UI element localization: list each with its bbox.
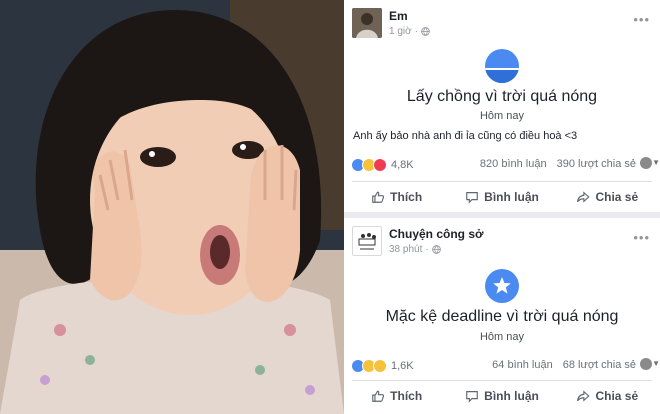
post-meta: 1 giờ · [389,26,430,37]
feed-column: Em 1 giờ · ••• Lấy chồng vì trời quá nón… [344,0,660,414]
post-text: Anh ấy bảo nhà anh đi ỉa cũng có điều ho… [353,130,578,142]
post-time[interactable]: 38 phút [389,244,422,255]
share-count[interactable]: 390 lượt chia sẻ [557,158,636,170]
like-button[interactable]: Thích [344,185,449,209]
comment-button[interactable]: Bình luận [449,185,554,209]
comment-label: Bình luận [484,389,539,403]
star-icon [485,269,519,303]
divider [352,380,652,381]
post-actions: Thích Bình luận Chia sẻ [344,185,660,209]
viewer-avatar[interactable] [640,358,652,370]
like-label: Thích [390,389,423,403]
reaction-count: 1,6K [391,360,414,372]
globe-icon [431,245,441,254]
like-label: Thích [390,190,423,204]
thumbs-up-icon [372,390,385,402]
horizon-icon [485,49,519,83]
post-time[interactable]: 1 giờ [389,26,412,37]
share-label: Chia sẻ [595,190,639,204]
post-stats: 4,8K 820 bình luận 390 lượt chia sẻ ▼ [351,157,660,174]
event-subtitle: Hôm nay [479,331,525,343]
page-avatar[interactable] [352,226,382,256]
more-dots-icon[interactable]: ••• [633,12,650,27]
avatar[interactable] [352,8,382,38]
reaction-count: 4,8K [391,159,414,171]
comment-count[interactable]: 64 bình luận [492,359,553,371]
event-title[interactable]: Lấy chồng vì trời quá nóng [344,88,660,106]
share-button[interactable]: Chia sẻ [555,185,660,209]
viewer-avatar[interactable] [640,157,652,169]
comment-button[interactable]: Bình luận [449,384,554,408]
comment-label: Bình luận [484,190,539,204]
comment-bubble-icon [466,391,478,403]
event-title[interactable]: Mặc kệ deadline vì trời quá nóng [344,308,660,326]
post-meta: 38 phút · [389,244,441,255]
thumbs-up-icon [372,191,385,203]
post-actions: Thích Bình luận Chia sẻ [344,384,660,408]
globe-icon [421,27,430,36]
caret-down-icon[interactable]: ▼ [652,158,660,167]
comment-count[interactable]: 820 bình luận [480,158,547,170]
share-button[interactable]: Chia sẻ [555,384,660,408]
child-photo [0,0,344,414]
reactions-summary[interactable]: 4,8K [351,158,414,172]
post-card-2: Chuyện công sở 38 phút · ••• Mặc kệ dead… [344,218,660,414]
love-reaction-icon [373,158,387,172]
share-arrow-icon [577,390,591,402]
post-author[interactable]: Chuyện công sở [389,227,484,241]
comment-bubble-icon [466,192,478,204]
share-label: Chia sẻ [595,389,639,403]
share-count[interactable]: 68 lượt chia sẻ [563,359,636,371]
post-author[interactable]: Em [389,9,408,23]
like-button[interactable]: Thích [344,384,449,408]
sad-reaction-icon [373,359,387,373]
divider [352,181,652,182]
reactions-summary[interactable]: 1,6K [351,359,414,373]
event-subtitle: Hôm nay [479,110,525,122]
caret-down-icon[interactable]: ▼ [652,359,660,368]
share-arrow-icon [577,191,591,203]
post-stats: 1,6K 64 bình luận 68 lượt chia sẻ ▼ [351,358,660,375]
more-dots-icon[interactable]: ••• [633,230,650,245]
post-card-1: Em 1 giờ · ••• Lấy chồng vì trời quá nón… [344,0,660,212]
